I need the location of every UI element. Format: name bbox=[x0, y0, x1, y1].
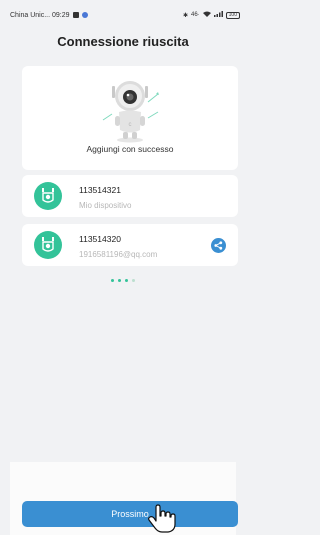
notification-app-icon bbox=[72, 12, 79, 18]
device-card-2[interactable]: 113514320 1916581196@qq.com bbox=[22, 224, 238, 266]
status-right: ✱ 46· 100 bbox=[183, 11, 240, 19]
camera-icon bbox=[34, 182, 62, 210]
bluetooth-icon: ✱ bbox=[182, 12, 188, 19]
camera-icon bbox=[34, 231, 62, 259]
device-subtitle: 1916581196@qq.com bbox=[79, 250, 158, 259]
hand-pointer-icon bbox=[148, 504, 176, 533]
page-dot bbox=[118, 279, 121, 282]
status-left: China Unic... 09:29 bbox=[10, 12, 88, 19]
success-card: c Aggiungi con successo bbox=[22, 66, 238, 170]
svg-text:c: c bbox=[129, 122, 132, 128]
page-dot bbox=[132, 279, 135, 282]
carrier-time: China Unic... 09:29 bbox=[10, 11, 70, 19]
next-button[interactable]: Prossimo bbox=[22, 501, 238, 527]
signal-icon bbox=[213, 11, 223, 19]
page-dot bbox=[111, 279, 114, 282]
page-title: Connessione riuscita bbox=[57, 34, 189, 49]
device-card-1[interactable]: 113514321 Mio dispositivo bbox=[22, 175, 238, 217]
success-message: Aggiungi con successo bbox=[86, 144, 174, 154]
wifi-icon bbox=[202, 11, 211, 19]
page-indicator bbox=[0, 279, 246, 282]
device-id: 113514320 bbox=[79, 234, 121, 244]
robot-camera-illustration: c bbox=[102, 81, 159, 143]
share-icon[interactable] bbox=[211, 238, 226, 253]
network-speed: 46· bbox=[190, 12, 200, 18]
notification-chat-icon bbox=[81, 12, 88, 18]
device-id: 113514321 bbox=[79, 185, 121, 195]
page-dot bbox=[125, 279, 128, 282]
device-subtitle: Mio dispositivo bbox=[79, 201, 132, 210]
battery-icon: 100 bbox=[225, 11, 240, 19]
status-bar: China Unic... 09:29 ✱ 46· 100 bbox=[0, 0, 246, 30]
